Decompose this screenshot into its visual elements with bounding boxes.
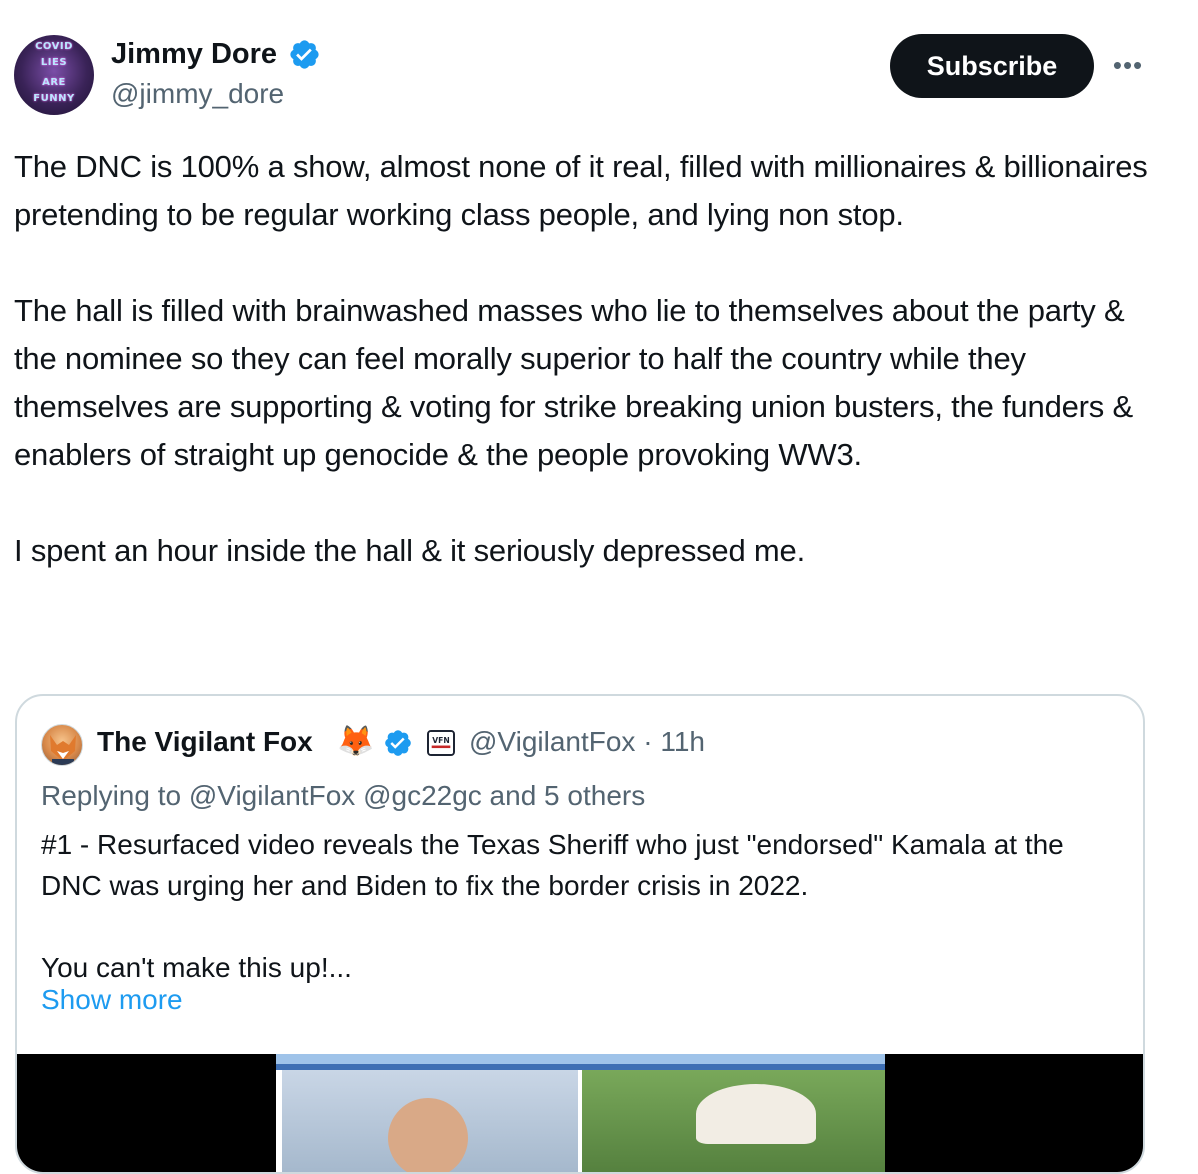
quoted-meta: @VigilantFox · 11h (469, 722, 705, 762)
quoted-author-avatar[interactable] (41, 724, 83, 766)
affiliate-badge-text: VFN (432, 736, 449, 745)
quoted-tweet-text: #1 - Resurfaced video reveals the Texas … (41, 829, 1064, 983)
author-name[interactable]: Jimmy Dore (111, 36, 277, 72)
verified-badge-icon[interactable] (383, 728, 413, 758)
author-avatar[interactable]: COVID LIES ARE FUNNY (14, 35, 94, 115)
quoted-video[interactable] (17, 1054, 1143, 1172)
tweet-text: The DNC is 100% a show, almost none of i… (14, 149, 1148, 568)
avatar-word: FUNNY (33, 93, 75, 104)
subscribe-button[interactable]: Subscribe (890, 34, 1094, 98)
quoted-author-handle[interactable]: @VigilantFox (469, 726, 635, 757)
author-handle[interactable]: @jimmy_dore (111, 76, 284, 112)
cowboy-hat-image (696, 1084, 816, 1144)
meta-separator: · (643, 726, 661, 757)
quoted-tweet-card[interactable]: The Vigilant Fox 🦊 VFN @VigilantFox · 11… (15, 694, 1145, 1174)
quoted-author-name[interactable]: The Vigilant Fox (97, 722, 313, 762)
fox-avatar-icon (50, 735, 76, 765)
show-more-link[interactable]: Show more (41, 980, 183, 1020)
verified-badge-icon[interactable] (288, 38, 321, 71)
video-person-head (388, 1098, 468, 1172)
fox-emoji-icon: 🦊 (337, 725, 375, 758)
more-options-icon[interactable]: ••• (1108, 50, 1148, 80)
avatar-word: ARE (42, 77, 66, 88)
affiliate-logo: VFN (429, 732, 453, 754)
affiliate-badge-icon[interactable]: VFN (427, 730, 455, 756)
replying-to: Replying to @VigilantFox @gc22gc and 5 o… (41, 780, 646, 811)
video-thumbnail (276, 1054, 885, 1172)
avatar-word: LIES (40, 57, 68, 68)
avatar-word: COVID (35, 41, 73, 52)
quoted-timestamp[interactable]: 11h (660, 726, 705, 757)
